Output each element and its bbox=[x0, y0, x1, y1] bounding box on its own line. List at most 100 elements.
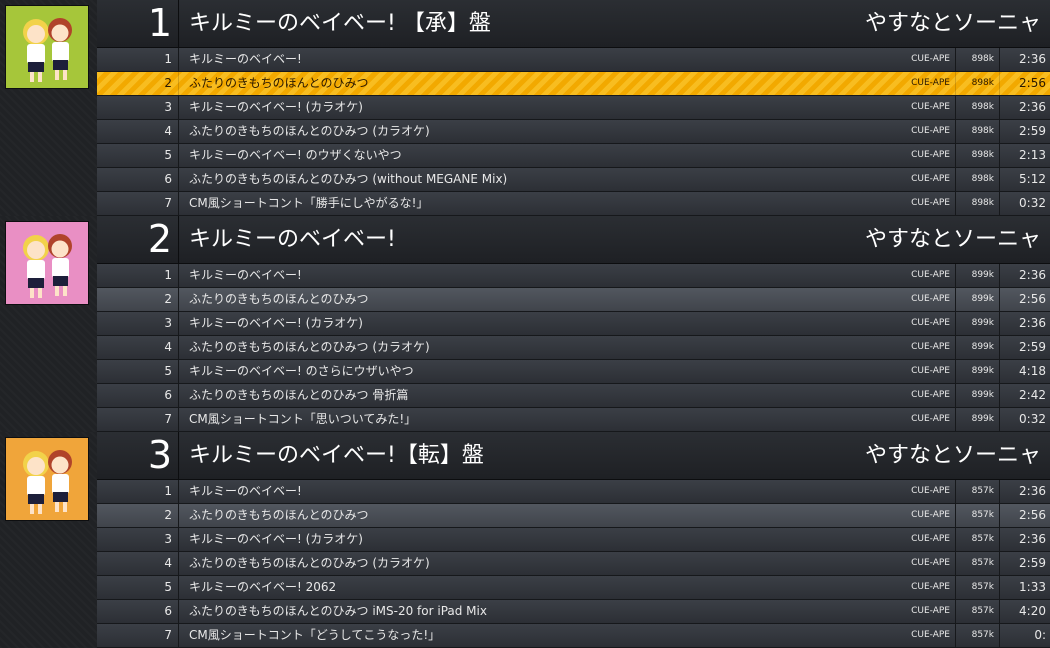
track-bitrate: 898k bbox=[955, 144, 999, 167]
track-number: 5 bbox=[97, 360, 179, 383]
track-codec: CUE-APE bbox=[911, 174, 950, 184]
track-length: 1:33 bbox=[999, 576, 1050, 599]
track-row[interactable]: 4 ふたりのきもちのほんとのひみつ (カラオケ) CUE-APE 857k 2:59 bbox=[97, 552, 1050, 576]
track-number: 2 bbox=[97, 72, 179, 95]
track-length: 2:42 bbox=[999, 384, 1050, 407]
track-codec: CUE-APE bbox=[911, 342, 950, 352]
track-codec: CUE-APE bbox=[911, 150, 950, 160]
track-row[interactable]: 3 キルミーのベイベー! (カラオケ) CUE-APE 899k 2:36 bbox=[97, 312, 1050, 336]
track-title: ふたりのきもちのほんとのひみつ bbox=[189, 76, 369, 90]
track-title: キルミーのベイベー! のウザくないやつ bbox=[189, 148, 402, 162]
track-row-now-playing[interactable]: 2 ふたりのきもちのほんとのひみつ CUE-APE 898k 2:56 bbox=[97, 72, 1050, 96]
album-art-column bbox=[0, 0, 97, 216]
track-number: 4 bbox=[97, 552, 179, 575]
album-art-image[interactable] bbox=[5, 5, 89, 89]
track-codec: CUE-APE bbox=[911, 78, 950, 88]
album-art-image[interactable] bbox=[5, 221, 89, 305]
track-length: 0:32 bbox=[999, 192, 1050, 215]
track-length: 2:36 bbox=[999, 264, 1050, 287]
album-header[interactable]: 2 キルミーのベイベー! やすなとソーニャ bbox=[97, 216, 1050, 264]
track-bitrate: 898k bbox=[955, 168, 999, 191]
track-row[interactable]: 7 CM風ショートコント「思いついてみた!」 CUE-APE 899k 0:32 bbox=[97, 408, 1050, 432]
track-length: 2:59 bbox=[999, 552, 1050, 575]
track-number: 1 bbox=[97, 264, 179, 287]
track-row[interactable]: 4 ふたりのきもちのほんとのひみつ (カラオケ) CUE-APE 898k 2:59 bbox=[97, 120, 1050, 144]
track-row[interactable]: 3 キルミーのベイベー! (カラオケ) CUE-APE 857k 2:36 bbox=[97, 528, 1050, 552]
track-codec: CUE-APE bbox=[911, 486, 950, 496]
track-row[interactable]: 4 ふたりのきもちのほんとのひみつ (カラオケ) CUE-APE 899k 2:59 bbox=[97, 336, 1050, 360]
track-row[interactable]: 5 キルミーのベイベー! のさらにウザいやつ CUE-APE 899k 4:18 bbox=[97, 360, 1050, 384]
album-group: 3 キルミーのベイベー!【転】盤 やすなとソーニャ 1 キルミーのベイベー! CUE-AP… bbox=[0, 432, 1050, 648]
track-codec: CUE-APE bbox=[911, 126, 950, 136]
track-list: 1 キルミーのベイベー! CUE-APE 899k 2:36 2 ふたりのきもちのほんとのひ… bbox=[97, 264, 1050, 432]
track-row[interactable]: 2 ふたりのきもちのほんとのひみつ CUE-APE 857k 2:56 bbox=[97, 504, 1050, 528]
track-length: 4:20 bbox=[999, 600, 1050, 623]
track-row[interactable]: 6 ふたりのきもちのほんとのひみつ 骨折篇 CUE-APE 899k 2:42 bbox=[97, 384, 1050, 408]
track-number: 3 bbox=[97, 528, 179, 551]
track-row[interactable]: 7 CM風ショートコント「勝手にしやがるな!」 CUE-APE 898k 0:32 bbox=[97, 192, 1050, 216]
track-bitrate: 898k bbox=[955, 120, 999, 143]
album-group: 2 キルミーのベイベー! やすなとソーニャ 1 キルミーのベイベー! CUE-APE 899… bbox=[0, 216, 1050, 432]
track-title: ふたりのきもちのほんとのひみつ (カラオケ) bbox=[189, 340, 430, 354]
track-title: キルミーのベイベー! (カラオケ) bbox=[189, 532, 363, 546]
track-length: 2:36 bbox=[999, 96, 1050, 119]
album-art-image[interactable] bbox=[5, 437, 89, 521]
track-title: キルミーのベイベー! 2062 bbox=[189, 580, 337, 594]
playlist-view: 1 キルミーのベイベー! 【承】盤 やすなとソーニャ 1 キルミーのベイベー! CUE-A… bbox=[0, 0, 1050, 648]
album-artist: やすなとソーニャ bbox=[864, 443, 1041, 468]
track-bitrate: 857k bbox=[955, 624, 999, 647]
track-codec: CUE-APE bbox=[911, 366, 950, 376]
album-group: 1 キルミーのベイベー! 【承】盤 やすなとソーニャ 1 キルミーのベイベー! CUE-A… bbox=[0, 0, 1050, 216]
track-length: 4:18 bbox=[999, 360, 1050, 383]
track-number: 5 bbox=[97, 144, 179, 167]
album-artist: やすなとソーニャ bbox=[864, 11, 1041, 36]
track-number: 1 bbox=[97, 48, 179, 71]
track-length: 2:56 bbox=[999, 288, 1050, 311]
track-number: 6 bbox=[97, 168, 179, 191]
disc-number: 3 bbox=[97, 432, 179, 479]
track-title: キルミーのベイベー! bbox=[189, 52, 302, 66]
track-number: 7 bbox=[97, 624, 179, 647]
track-title: ふたりのきもちのほんとのひみつ (without MEGANE Mix) bbox=[189, 172, 508, 186]
track-bitrate: 899k bbox=[955, 384, 999, 407]
album-art-column bbox=[0, 216, 97, 432]
track-bitrate: 857k bbox=[955, 552, 999, 575]
track-length: 2:13 bbox=[999, 144, 1050, 167]
track-length: 2:56 bbox=[999, 504, 1050, 527]
track-bitrate: 857k bbox=[955, 480, 999, 503]
track-title: キルミーのベイベー! bbox=[189, 484, 302, 498]
track-row[interactable]: 1 キルミーのベイベー! CUE-APE 857k 2:36 bbox=[97, 480, 1050, 504]
track-number: 3 bbox=[97, 312, 179, 335]
track-bitrate: 899k bbox=[955, 336, 999, 359]
track-title: ふたりのきもちのほんとのひみつ 骨折篇 bbox=[189, 388, 409, 402]
track-bitrate: 857k bbox=[955, 528, 999, 551]
track-row[interactable]: 2 ふたりのきもちのほんとのひみつ CUE-APE 899k 2:56 bbox=[97, 288, 1050, 312]
track-number: 2 bbox=[97, 288, 179, 311]
track-bitrate: 899k bbox=[955, 360, 999, 383]
track-length: 2:36 bbox=[999, 528, 1050, 551]
track-row[interactable]: 6 ふたりのきもちのほんとのひみつ (without MEGANE Mix) CUE… bbox=[97, 168, 1050, 192]
track-row[interactable]: 1 キルミーのベイベー! CUE-APE 898k 2:36 bbox=[97, 48, 1050, 72]
track-length: 0: bbox=[999, 624, 1050, 647]
track-codec: CUE-APE bbox=[911, 294, 950, 304]
album-header[interactable]: 1 キルミーのベイベー! 【承】盤 やすなとソーニャ bbox=[97, 0, 1050, 48]
track-row[interactable]: 6 ふたりのきもちのほんとのひみつ iMS-20 for iPad Mix CUE-… bbox=[97, 600, 1050, 624]
track-bitrate: 899k bbox=[955, 312, 999, 335]
track-title: キルミーのベイベー! bbox=[189, 268, 302, 282]
track-title: キルミーのベイベー! のさらにウザいやつ bbox=[189, 364, 414, 378]
album-header[interactable]: 3 キルミーのベイベー!【転】盤 やすなとソーニャ bbox=[97, 432, 1050, 480]
track-row[interactable]: 3 キルミーのベイベー! (カラオケ) CUE-APE 898k 2:36 bbox=[97, 96, 1050, 120]
track-row[interactable]: 1 キルミーのベイベー! CUE-APE 899k 2:36 bbox=[97, 264, 1050, 288]
track-number: 6 bbox=[97, 600, 179, 623]
track-row[interactable]: 5 キルミーのベイベー! のウザくないやつ CUE-APE 898k 2:13 bbox=[97, 144, 1050, 168]
track-length: 2:36 bbox=[999, 312, 1050, 335]
track-bitrate: 857k bbox=[955, 504, 999, 527]
track-codec: CUE-APE bbox=[911, 318, 950, 328]
track-number: 5 bbox=[97, 576, 179, 599]
disc-number: 2 bbox=[97, 216, 179, 263]
track-row[interactable]: 5 キルミーのベイベー! 2062 CUE-APE 857k 1:33 bbox=[97, 576, 1050, 600]
track-row[interactable]: 7 CM風ショートコント「どうしてこうなった!」 CUE-APE 857k 0: bbox=[97, 624, 1050, 648]
track-codec: CUE-APE bbox=[911, 102, 950, 112]
track-number: 4 bbox=[97, 336, 179, 359]
track-length: 5:12 bbox=[999, 168, 1050, 191]
